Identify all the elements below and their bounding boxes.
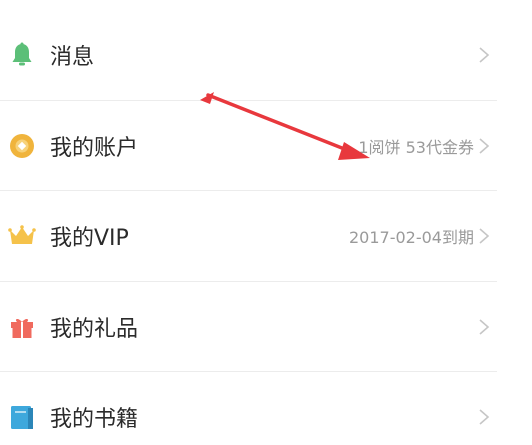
account-balance: 1阅饼 53代金券 xyxy=(358,138,474,157)
menu-item-vip[interactable]: 我的VIP 2017-02-04到期 xyxy=(0,191,532,281)
chevron-right-icon xyxy=(478,318,490,336)
menu-item-label: 我的账户 xyxy=(50,136,139,161)
menu-item-books[interactable]: 我的书籍 xyxy=(0,372,532,445)
crown-icon xyxy=(8,222,36,250)
menu-item-gifts[interactable]: 我的礼品 xyxy=(0,282,532,372)
chevron-right-icon xyxy=(478,137,490,155)
menu-item-label: 我的礼品 xyxy=(50,317,139,342)
menu-item-label: 我的书籍 xyxy=(50,407,139,432)
menu-item-messages[interactable]: 消息 xyxy=(0,10,532,100)
menu-item-label: 我的VIP xyxy=(50,226,129,251)
book-icon xyxy=(8,403,36,431)
menu-list: 消息 我的账户 1阅饼 53代金券 我的VIP 2017-02-04到期 我的礼… xyxy=(0,0,532,445)
menu-item-account[interactable]: 我的账户 1阅饼 53代金券 xyxy=(0,101,532,191)
menu-item-label: 消息 xyxy=(50,45,95,70)
bell-icon xyxy=(8,41,36,69)
chevron-right-icon xyxy=(478,46,490,64)
gift-icon xyxy=(8,313,36,341)
vip-expiry: 2017-02-04到期 xyxy=(349,228,474,247)
coin-icon xyxy=(8,132,36,160)
chevron-right-icon xyxy=(478,227,490,245)
chevron-right-icon xyxy=(478,408,490,426)
